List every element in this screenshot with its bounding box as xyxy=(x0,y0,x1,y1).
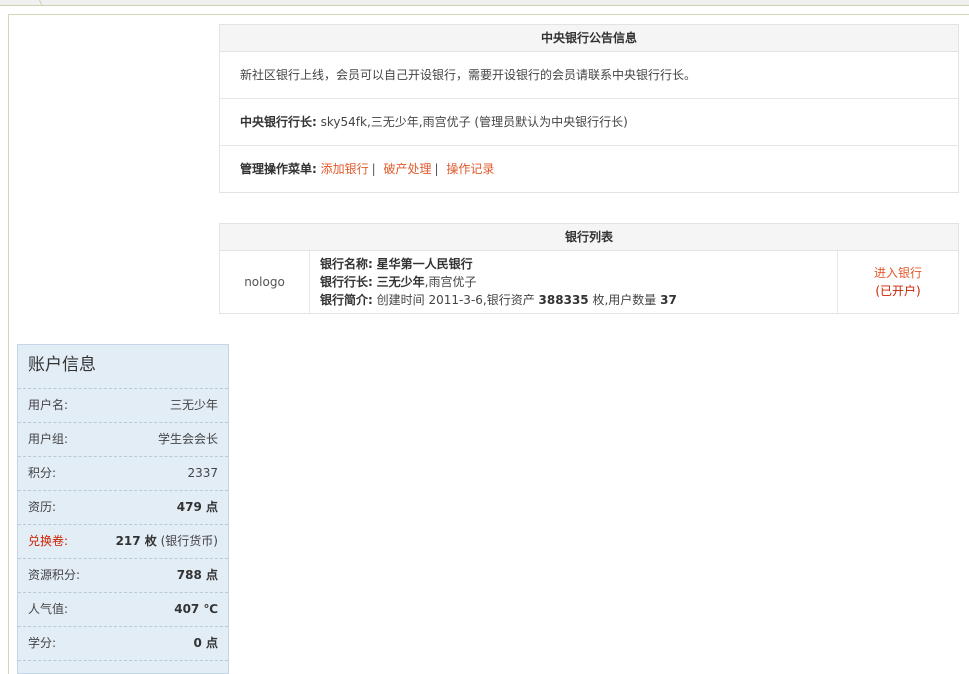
bank-info: 银行名称: 星华第一人民银行 银行行长: 三无少年,雨宫优子 银行简介: 创建时… xyxy=(310,251,838,313)
operation-log-link[interactable]: 操作记录 xyxy=(446,162,494,176)
bank-list-panel: 银行列表 nologo 银行名称: 星华第一人民银行 银行行长: 三无少年,雨宫… xyxy=(219,223,959,314)
account-item-seniority: 资历: 479 点 xyxy=(18,491,228,525)
item-number: 0 xyxy=(193,636,202,650)
bank-intro-prefix: 创建时间 2011-3-6,银行资产 xyxy=(372,293,539,307)
admin-menu-row: 管理操作菜单: 添加银行 | 破产处理 | 操作记录 xyxy=(220,146,958,193)
menu-separator: | xyxy=(371,162,376,176)
item-value: 407 ℃ xyxy=(174,593,218,626)
item-number: 217 xyxy=(115,534,141,548)
item-label: 用户组: xyxy=(28,432,69,446)
bank-manager-rest: ,雨宫优子 xyxy=(424,275,477,289)
governor-value: sky54fk,三无少年,雨宫优子 (管理员默认为中央银行行长) xyxy=(316,115,628,129)
notice-message: 新社区银行上线，会员可以自己开设银行，需要开设银行的会员请联系中央银行行长。 xyxy=(220,52,958,99)
bankruptcy-link[interactable]: 破产处理 xyxy=(384,162,432,176)
item-unit: 点 xyxy=(201,568,218,582)
admin-menu-label: 管理操作菜单: xyxy=(240,162,317,176)
bank-logo: nologo xyxy=(220,251,310,313)
bank-intro-mid: 枚,用户数量 xyxy=(588,293,661,307)
bank-intro-line: 银行简介: 创建时间 2011-3-6,银行资产 388335 枚,用户数量 3… xyxy=(320,291,837,309)
item-label: 积分: xyxy=(28,466,57,480)
notice-title: 中央银行公告信息 xyxy=(220,25,958,52)
item-number: 407 xyxy=(174,602,200,616)
item-number: 479 xyxy=(176,500,202,514)
item-unit: 点 xyxy=(201,636,218,650)
bank-manager-label: 银行行长: xyxy=(320,275,373,289)
item-value: 0 点 xyxy=(193,627,218,660)
account-item-points: 积分: 2337 xyxy=(18,457,228,491)
item-unit: 点 xyxy=(201,500,218,514)
add-bank-link[interactable]: 添加银行 xyxy=(321,162,369,176)
central-bank-notice-panel: 中央银行公告信息 新社区银行上线，会员可以自己开设银行，需要开设银行的会员请联系… xyxy=(219,24,959,193)
item-value: 788 点 xyxy=(177,559,218,592)
bank-manager-line: 银行行长: 三无少年,雨宫优子 xyxy=(320,273,837,291)
menu-separator: | xyxy=(434,162,439,176)
item-value: 479 点 xyxy=(177,491,218,524)
account-title: 账户信息 xyxy=(18,345,228,389)
account-info-box: 账户信息 用户名: 三无少年 用户组: 学生会会长 积分: 2337 资历: 4… xyxy=(17,344,229,674)
top-tab-strip xyxy=(0,0,969,6)
item-unit: 枚 xyxy=(140,534,157,548)
item-value: 三无少年 xyxy=(169,398,218,412)
item-label: 资源积分: xyxy=(28,568,81,582)
bank-action: 进入银行 (已开户) xyxy=(838,251,958,313)
item-label: 学分: xyxy=(28,636,57,650)
bank-manager: 三无少年 xyxy=(376,275,425,289)
item-number: 788 xyxy=(176,568,202,582)
tab-edge xyxy=(0,0,43,6)
item-label: 人气值: xyxy=(28,602,69,616)
account-item-username: 用户名: 三无少年 xyxy=(18,389,228,423)
item-label: 资历: xyxy=(28,500,57,514)
account-item-credits: 学分: 0 点 xyxy=(18,627,228,661)
account-item-resource-points: 资源积分: 788 点 xyxy=(18,559,228,593)
item-value: 2337 xyxy=(187,466,218,480)
bank-name-line: 银行名称: 星华第一人民银行 xyxy=(320,255,837,273)
bank-name-label: 银行名称: xyxy=(320,257,373,271)
item-label: 兑换卷: xyxy=(28,534,69,548)
item-label: 用户名: xyxy=(28,398,69,412)
account-item-popularity: 人气值: 407 ℃ xyxy=(18,593,228,627)
bank-row: nologo 银行名称: 星华第一人民银行 银行行长: 三无少年,雨宫优子 银行… xyxy=(220,251,958,313)
bank-list-title: 银行列表 xyxy=(220,224,958,251)
account-item-vouchers: 兑换卷: 217 枚 (银行货币) xyxy=(18,525,228,559)
item-value: 学生会会长 xyxy=(157,432,218,446)
enter-bank-link[interactable]: 进入银行 xyxy=(874,264,922,282)
account-item-usergroup: 用户组: 学生会会长 xyxy=(18,423,228,457)
governor-row: 中央银行行长: sky54fk,三无少年,雨宫优子 (管理员默认为中央银行行长) xyxy=(220,99,958,146)
bank-intro-label: 银行简介: xyxy=(320,293,373,307)
bank-assets: 388335 xyxy=(538,293,589,307)
bank-name: 星华第一人民银行 xyxy=(376,257,473,271)
bank-users: 37 xyxy=(660,293,677,307)
item-value: 217 枚 (银行货币) xyxy=(116,525,218,558)
account-status: (已开户) xyxy=(875,284,921,298)
governor-label: 中央银行行长: xyxy=(240,115,317,129)
item-unit: ℃ xyxy=(199,602,218,616)
item-note: (银行货币) xyxy=(156,534,218,548)
